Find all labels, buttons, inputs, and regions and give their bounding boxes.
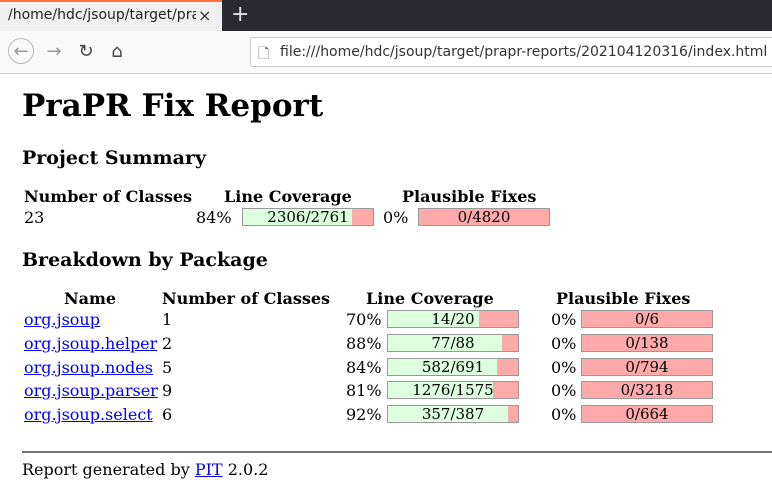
page-content: PraPR Fix Report Project Summary Number …	[0, 74, 772, 489]
navigation-bar: ← → ↻ ⌂ 🗋 file:///home/hdc/jsoup/target/…	[0, 31, 772, 74]
footer-divider	[22, 451, 772, 453]
reload-icon[interactable]: ↻	[74, 40, 98, 64]
package-plausible-fixes-bar: 0/138	[581, 334, 713, 352]
package-line-pct: 84%	[346, 358, 382, 377]
package-line-pct: 92%	[346, 405, 382, 424]
page-info-icon[interactable]: 🗋	[258, 43, 269, 67]
package-plausible-fixes-bar: 0/3218	[581, 381, 713, 399]
package-classes: 2	[162, 334, 173, 353]
package-line-coverage-bar: 14/20	[387, 310, 519, 328]
package-classes: 1	[162, 310, 173, 329]
breakdown-header-plausible-fixes: Plausible Fixes	[556, 289, 691, 308]
page-title: PraPR Fix Report	[22, 88, 324, 124]
home-icon[interactable]: ⌂	[105, 40, 129, 64]
package-line-coverage-bar: 1276/1575	[387, 381, 519, 399]
footer: Report generated by PIT 2.0.2	[22, 460, 268, 479]
summary-header-classes: Number of Classes	[24, 187, 193, 206]
package-fix-ratio: 0/3218	[620, 381, 674, 399]
tab-title: /home/hdc/jsoup/target/prapr-reports/202…	[8, 7, 196, 23]
forward-arrow-icon[interactable]: →	[42, 40, 66, 64]
summary-plausible-fixes-bar: 0/4820	[418, 208, 550, 226]
package-classes: 9	[162, 381, 173, 400]
breakdown-heading: Breakdown by Package	[22, 249, 268, 271]
package-link[interactable]: org.jsoup.helper	[24, 334, 157, 353]
package-link[interactable]: org.jsoup.nodes	[24, 358, 153, 377]
package-line-pct: 70%	[346, 310, 382, 329]
package-line-coverage-bar: 357/387	[387, 405, 519, 423]
package-line-coverage-bar: 582/691	[387, 358, 519, 376]
breakdown-header-line-coverage: Line Coverage	[366, 289, 494, 308]
package-fix-pct: 0%	[551, 310, 577, 329]
package-fix-ratio: 0/138	[625, 334, 669, 352]
pit-link[interactable]: PIT	[195, 460, 223, 479]
package-fix-ratio: 0/794	[625, 358, 669, 376]
package-classes: 6	[162, 405, 173, 424]
package-fix-ratio: 0/664	[625, 405, 669, 423]
breakdown-header-name: Name	[64, 289, 117, 308]
summary-line-coverage-bar: 2306/2761	[242, 208, 374, 226]
package-line-ratio: 357/387	[421, 405, 485, 423]
package-fix-pct: 0%	[551, 405, 577, 424]
summary-header-plausible-fixes: Plausible Fixes	[402, 187, 537, 206]
package-link[interactable]: org.jsoup.parser	[24, 381, 158, 400]
package-fix-pct: 0%	[551, 358, 577, 377]
close-tab-icon[interactable]: ×	[198, 6, 211, 25]
back-arrow-icon: ←	[13, 41, 29, 62]
tab-bar: /home/hdc/jsoup/target/prapr-reports/202…	[0, 0, 772, 31]
summary-classes: 23	[24, 208, 45, 227]
new-tab-button[interactable]: +	[231, 2, 249, 27]
package-line-ratio: 77/88	[431, 334, 475, 352]
package-link[interactable]: org.jsoup.select	[24, 405, 153, 424]
summary-line-pct: 84%	[196, 208, 232, 227]
package-line-ratio: 14/20	[431, 310, 475, 328]
package-line-ratio: 1276/1575	[412, 381, 494, 399]
summary-fix-ratio: 0/4820	[457, 208, 511, 226]
tab-active[interactable]: /home/hdc/jsoup/target/prapr-reports/202…	[0, 0, 222, 31]
package-classes: 5	[162, 358, 173, 377]
package-plausible-fixes-bar: 0/664	[581, 405, 713, 423]
package-plausible-fixes-bar: 0/6	[581, 310, 713, 328]
package-fix-ratio: 0/6	[634, 310, 660, 328]
package-line-pct: 88%	[346, 334, 382, 353]
summary-fix-pct: 0%	[383, 208, 409, 227]
footer-prefix: Report generated by	[22, 460, 190, 479]
breakdown-header-classes: Number of Classes	[162, 289, 331, 308]
package-line-coverage-bar: 77/88	[387, 334, 519, 352]
url-text[interactable]: file:///home/hdc/jsoup/target/prapr-repo…	[280, 44, 767, 60]
project-summary-heading: Project Summary	[22, 147, 206, 169]
browser-chrome: /home/hdc/jsoup/target/prapr-reports/202…	[0, 0, 772, 75]
package-link[interactable]: org.jsoup	[24, 310, 100, 329]
package-fix-pct: 0%	[551, 334, 577, 353]
summary-header-line-coverage: Line Coverage	[224, 187, 352, 206]
package-line-pct: 81%	[346, 381, 382, 400]
package-plausible-fixes-bar: 0/794	[581, 358, 713, 376]
package-line-ratio: 582/691	[421, 358, 485, 376]
package-fix-pct: 0%	[551, 381, 577, 400]
footer-version: 2.0.2	[227, 460, 269, 479]
summary-line-ratio: 2306/2761	[267, 208, 349, 226]
url-bar[interactable]: 🗋 file:///home/hdc/jsoup/target/prapr-re…	[250, 37, 772, 67]
